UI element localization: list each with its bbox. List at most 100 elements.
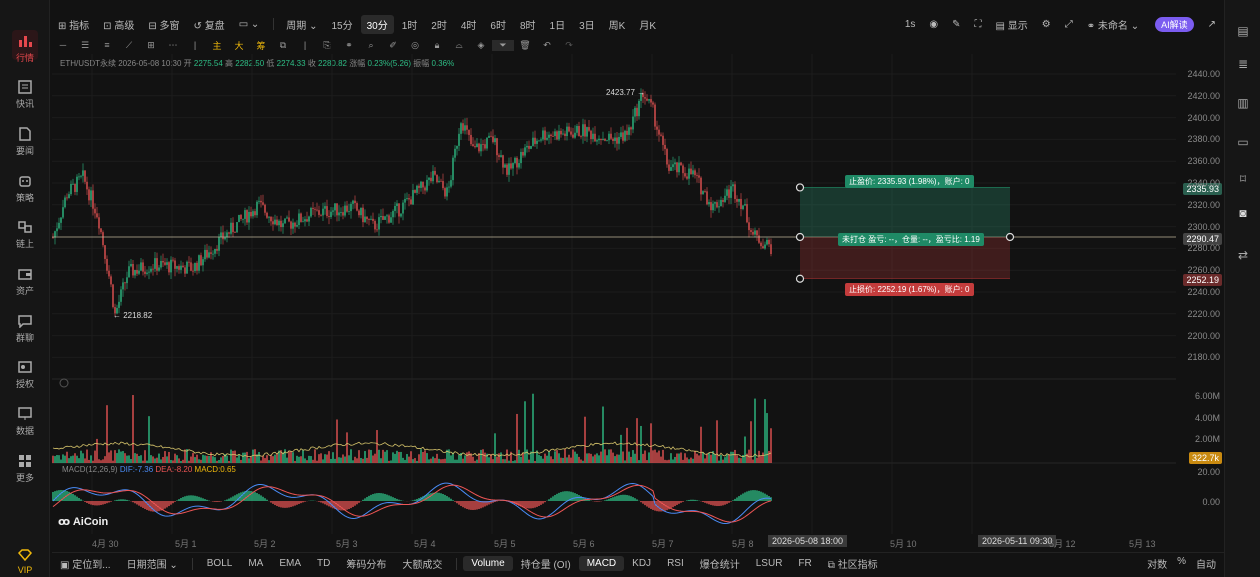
- locate-button[interactable]: ▣ 定位到...: [52, 554, 119, 573]
- date-range-dropdown[interactable]: 日期范围 ⌄: [119, 554, 186, 573]
- macd-histogram-bar: [764, 493, 766, 501]
- trend-tool-icon[interactable]: ⟋: [118, 40, 140, 51]
- paste-tool-icon[interactable]: ⎘: [316, 40, 338, 51]
- bookmark-icon[interactable]: ⌑: [1236, 172, 1250, 186]
- list-icon[interactable]: ≣: [1236, 57, 1250, 71]
- indicator-oi[interactable]: 持仓量 (OI): [513, 554, 579, 573]
- tf-8h[interactable]: 8时: [514, 15, 542, 34]
- share-icon[interactable]: ↗: [1202, 17, 1222, 32]
- tf-3d[interactable]: 3日: [573, 15, 601, 34]
- layers-tool-icon[interactable]: ◈: [470, 40, 492, 51]
- tf-1d[interactable]: 1日: [544, 15, 572, 34]
- expand-icon[interactable]: ⤢: [1059, 17, 1079, 32]
- indicator-ma[interactable]: MA: [240, 556, 271, 571]
- sidebar-item-auth[interactable]: 授权: [0, 360, 50, 390]
- entry-handle[interactable]: [795, 232, 805, 242]
- redo-icon[interactable]: ↷: [558, 40, 580, 51]
- indicator-rsi[interactable]: RSI: [659, 556, 692, 571]
- interval-button[interactable]: 1s: [899, 17, 922, 32]
- advanced-button[interactable]: ⊡ 高级: [97, 15, 140, 34]
- tf-30m[interactable]: 30分: [360, 14, 394, 34]
- sidebar-item-data[interactable]: 数据: [0, 407, 50, 437]
- indicator-kdj[interactable]: KDJ: [624, 556, 659, 571]
- sidebar-item-chat[interactable]: 群聊: [0, 314, 50, 344]
- channel-tool-icon[interactable]: ≡: [96, 40, 118, 50]
- restore-button[interactable]: ↺ 复盘: [188, 15, 231, 34]
- big-order-tool[interactable]: 大: [228, 39, 250, 52]
- time-axis[interactable]: 4月 30 5月 1 5月 2 5月 3 5月 4 5月 5 5月 6 5月 7…: [52, 535, 1224, 549]
- tf-1h[interactable]: 1时: [396, 15, 424, 34]
- price-chart[interactable]: [52, 54, 1176, 549]
- indicator-lsur[interactable]: LSUR: [748, 556, 791, 571]
- tf-1w[interactable]: 周K: [603, 15, 632, 34]
- visibility-tool-icon[interactable]: ◎: [404, 40, 426, 51]
- vip-button[interactable]: VIP: [0, 548, 50, 575]
- sidebar-item-headlines[interactable]: 要闻: [0, 127, 50, 157]
- magnet-tool-icon[interactable]: ⌓: [448, 40, 470, 51]
- link-tool-icon[interactable]: ⚭: [338, 40, 360, 51]
- zoom-tool-icon[interactable]: ⌕: [360, 40, 382, 51]
- tf-6h[interactable]: 6时: [484, 15, 512, 34]
- take-profit-handle[interactable]: [795, 183, 805, 192]
- hline-tool-icon[interactable]: ☰: [74, 40, 96, 51]
- sidebar-item-news[interactable]: 快讯: [0, 80, 50, 110]
- analytics-icon[interactable]: ▥: [1236, 96, 1250, 110]
- lock-tool-icon[interactable]: 🔒︎: [426, 40, 448, 51]
- copy-tool-icon[interactable]: ⧉: [272, 40, 294, 51]
- brush-tool-icon[interactable]: ✐: [382, 40, 404, 51]
- indicator-fr[interactable]: FR: [790, 556, 819, 571]
- open-position-label[interactable]: 未打仓 盈亏: --，仓量: --，盈亏比: 1.19: [838, 233, 984, 246]
- bot-icon[interactable]: ◙: [1236, 206, 1250, 220]
- percent-scale-toggle[interactable]: %: [1177, 556, 1186, 571]
- orderbook-icon[interactable]: ▤: [1236, 24, 1250, 38]
- more-tools-icon[interactable]: ⋯: [162, 40, 184, 51]
- swap-icon[interactable]: ⇄: [1236, 248, 1250, 262]
- trash-tool-icon[interactable]: 🗑︎: [514, 40, 536, 51]
- camera-icon[interactable]: ◉: [923, 17, 944, 32]
- tf-2h[interactable]: 2时: [425, 15, 453, 34]
- filter-tool-icon[interactable]: ⏷: [492, 39, 514, 51]
- template-dropdown[interactable]: ⚭ 未命名 ⌄: [1081, 15, 1145, 34]
- indicator-chip[interactable]: 筹码分布: [338, 554, 394, 573]
- auto-scale-toggle[interactable]: 自动: [1196, 556, 1216, 571]
- tf-1m[interactable]: 月K: [633, 15, 662, 34]
- take-profit-label[interactable]: 止盈价: 2335.93 (1.98%)，账户: 0: [845, 175, 974, 188]
- line-tool-icon[interactable]: ─: [52, 40, 74, 50]
- pencil-icon[interactable]: ✎: [946, 17, 966, 32]
- multi-window-button[interactable]: ⊟ 多窗: [142, 15, 185, 34]
- log-scale-toggle[interactable]: 对数: [1147, 556, 1167, 571]
- indicator-macd[interactable]: MACD: [578, 556, 625, 571]
- volume-bar: [744, 436, 746, 463]
- indicator-volume[interactable]: Volume: [463, 556, 513, 571]
- indicator-bigtrade[interactable]: 大额成交: [394, 554, 450, 573]
- candle: [206, 249, 208, 258]
- price-axis[interactable]: 2335.93 2290.47 2252.19 6.00M 4.00M 2.00…: [1176, 54, 1224, 549]
- community-indicators-button[interactable]: ⧉ 社区指标: [820, 554, 886, 573]
- period-dropdown[interactable]: 周期 ⌄: [280, 15, 323, 34]
- indicator-ema[interactable]: EMA: [271, 556, 309, 571]
- ai-button[interactable]: AI解读: [1155, 16, 1194, 32]
- display-button[interactable]: ▤ 显示: [990, 15, 1034, 34]
- settings-icon[interactable]: ⚙: [1036, 17, 1057, 32]
- main-force-tool[interactable]: 主: [206, 39, 228, 52]
- document-icon[interactable]: ▭: [1236, 135, 1250, 149]
- fullscreen-icon[interactable]: ⛶: [969, 17, 988, 32]
- indicator-boll[interactable]: BOLL: [199, 556, 241, 571]
- sidebar-item-onchain[interactable]: 链上: [0, 220, 50, 250]
- stop-loss-label[interactable]: 止损价: 2252.19 (1.67%)，账户: 0: [845, 283, 974, 296]
- right-handle[interactable]: [1005, 232, 1015, 242]
- indicator-td[interactable]: TD: [309, 556, 338, 571]
- indicator-liquidation[interactable]: 爆仓统计: [692, 554, 748, 573]
- indicators-button[interactable]: ⊞ 指标: [52, 15, 95, 34]
- undo-icon[interactable]: ↶: [536, 40, 558, 51]
- sidebar-item-market[interactable]: 行情: [0, 34, 50, 64]
- layout-dropdown[interactable]: ▭ ⌄: [233, 17, 266, 32]
- sidebar-item-strategy[interactable]: 策略: [0, 174, 50, 204]
- fib-tool-icon[interactable]: ⊞: [140, 40, 162, 51]
- chips-tool[interactable]: 筹: [250, 39, 272, 52]
- stop-loss-handle[interactable]: [795, 274, 805, 283]
- tf-15m[interactable]: 15分: [325, 15, 358, 34]
- sidebar-item-more[interactable]: 更多: [0, 454, 50, 484]
- tf-4h[interactable]: 4时: [455, 15, 483, 34]
- sidebar-item-assets[interactable]: 资产: [0, 267, 50, 297]
